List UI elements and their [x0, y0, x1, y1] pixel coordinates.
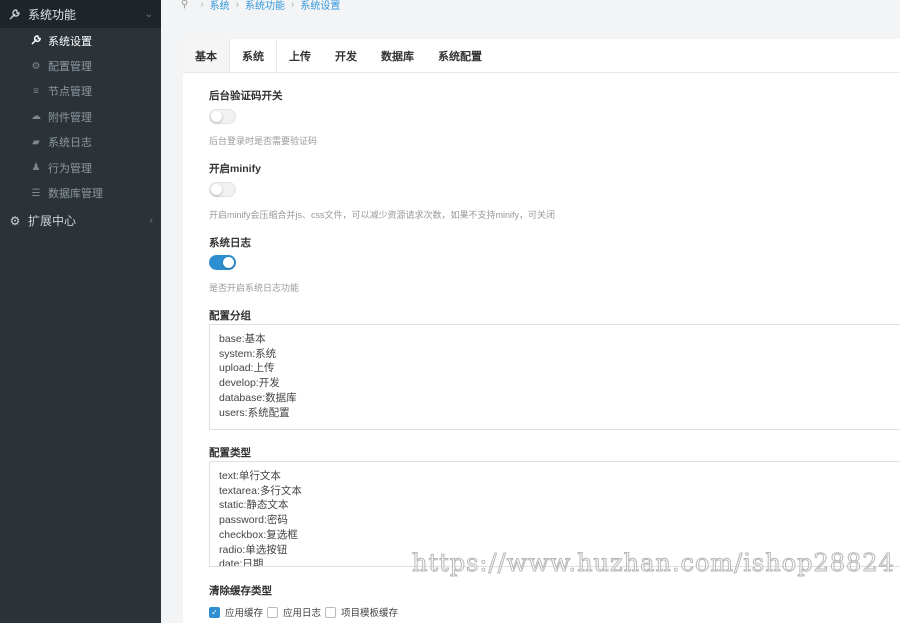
- sidebar-item-label: 节点管理: [48, 86, 92, 99]
- map-marker-icon: ⚲: [181, 0, 189, 10]
- chevron-down-icon: ⌄: [144, 8, 153, 20]
- syslog-toggle[interactable]: [209, 255, 236, 270]
- check-icon: ✓: [209, 606, 220, 618]
- checkbox-label: 应用日志: [283, 608, 322, 619]
- textarea-line: database:数据库: [219, 391, 297, 404]
- checkbox-label: 项目模板缓存: [341, 608, 399, 619]
- cogs-icon: ⚙: [9, 213, 21, 228]
- breadcrumb-link-system-functions[interactable]: 系统功能: [245, 0, 285, 12]
- sidebar-group-extensions[interactable]: ⚙ 扩展中心 ‹: [0, 205, 161, 236]
- textarea-line: base:基本: [219, 333, 266, 345]
- gears-icon: ⚙: [31, 60, 41, 72]
- checkbox-box: [325, 606, 337, 618]
- sidebar-item-action-manage[interactable]: ♟ 行为管理: [0, 155, 161, 180]
- breadcrumb-separator: ›: [200, 0, 204, 10]
- checkbox-template-cache[interactable]: 项目模板缓存: [325, 605, 398, 619]
- captcha-label: 后台验证码开关: [209, 90, 283, 102]
- watermark-text: https://www.huzhan.com/ishop28824: [412, 549, 895, 578]
- sidebar-item-system-settings[interactable]: 系统设置: [0, 28, 161, 53]
- minify-help: 开启minify会压缩合并js、css文件，可以减少资源请求次数，如果不支持mi…: [209, 210, 556, 220]
- clear-cache-options: ✓ 应用缓存 应用日志 项目模板缓存: [209, 605, 402, 619]
- textarea-line: textarea:多行文本: [219, 484, 302, 497]
- tab-develop[interactable]: 开发: [323, 39, 369, 72]
- list-icon: ≡: [33, 85, 39, 97]
- breadcrumb-separator: ›: [291, 0, 295, 10]
- cloud-upload-icon: ☁: [31, 111, 41, 123]
- syslog-label: 系统日志: [209, 237, 251, 249]
- sidebar-group-label: 扩展中心: [28, 214, 77, 229]
- wrench-icon: [8, 7, 22, 21]
- textarea-line: system:系统: [219, 347, 277, 360]
- sidebar-item-attachment-manage[interactable]: ☁ 附件管理: [0, 104, 161, 129]
- minify-label: 开启minify: [209, 163, 261, 175]
- config-group-label: 配置分组: [209, 310, 251, 322]
- user-icon: ♟: [31, 162, 41, 174]
- textarea-line: develop:开发: [219, 377, 280, 390]
- sidebar-item-database-manage[interactable]: ☰ 数据库管理: [0, 180, 161, 205]
- sidebar: 系统功能 ⌄ 系统设置 ⚙ 配置管理 ≡ 节点管理 ☁ 附件管理 ▰ 系统日志 …: [0, 0, 161, 623]
- sidebar-group-system[interactable]: 系统功能 ⌄: [0, 0, 161, 28]
- sidebar-group-label: 系统功能: [28, 7, 77, 22]
- book-icon: ▰: [32, 136, 40, 148]
- checkbox-label: 应用缓存: [225, 608, 264, 619]
- textarea-line: upload:上传: [219, 362, 275, 375]
- breadcrumb-link-system-settings[interactable]: 系统设置: [300, 0, 340, 12]
- sidebar-item-node-manage[interactable]: ≡ 节点管理: [0, 79, 161, 104]
- sidebar-item-label: 附件管理: [48, 111, 92, 124]
- textarea-line: text:单行文本: [219, 470, 281, 482]
- checkbox-box: [267, 606, 279, 618]
- syslog-help: 是否开启系统日志功能: [209, 283, 300, 293]
- clear-cache-label: 清除缓存类型: [209, 585, 272, 597]
- sidebar-item-label: 配置管理: [48, 61, 92, 74]
- settings-card: 基本 系统 上传 开发 数据库 系统配置 后台验证码开关 后台登录时是否需要验证…: [183, 39, 900, 623]
- settings-tabs: 基本 系统 上传 开发 数据库 系统配置: [183, 39, 900, 73]
- sidebar-submenu: 系统设置 ⚙ 配置管理 ≡ 节点管理 ☁ 附件管理 ▰ 系统日志 ♟ 行为管理 …: [0, 28, 161, 206]
- config-group-textarea[interactable]: base:基本 system:系统 upload:上传 develop:开发 d…: [209, 324, 900, 430]
- chevron-left-icon: ‹: [149, 215, 153, 227]
- wrench-icon: [30, 34, 42, 48]
- checkbox-app-cache[interactable]: ✓ 应用缓存: [209, 605, 263, 619]
- sidebar-item-label: 行为管理: [48, 162, 92, 175]
- textarea-line: static:静态文本: [219, 499, 289, 512]
- checkbox-app-log[interactable]: 应用日志: [267, 605, 321, 619]
- captcha-help: 后台登录时是否需要验证码: [209, 136, 318, 146]
- textarea-line: users:系统配置: [219, 406, 290, 419]
- tab-basic[interactable]: 基本: [183, 39, 229, 72]
- textarea-line: password:密码: [219, 514, 288, 527]
- breadcrumb: ⚲ › 系统 › 系统功能 › 系统设置: [161, 0, 900, 14]
- tab-upload[interactable]: 上传: [277, 39, 323, 72]
- sidebar-item-system-log[interactable]: ▰ 系统日志: [0, 130, 161, 155]
- breadcrumb-link-system[interactable]: 系统: [210, 0, 230, 12]
- sidebar-item-label: 数据库管理: [48, 188, 103, 201]
- tab-system[interactable]: 系统: [229, 39, 277, 72]
- captcha-toggle[interactable]: [209, 109, 236, 124]
- sidebar-item-label: 系统日志: [48, 137, 92, 150]
- sidebar-item-config-manage[interactable]: ⚙ 配置管理: [0, 53, 161, 78]
- tab-system-config[interactable]: 系统配置: [426, 39, 494, 72]
- sidebar-item-label: 系统设置: [48, 35, 92, 48]
- textarea-line: checkbox:复选框: [219, 528, 298, 541]
- tab-database[interactable]: 数据库: [369, 39, 426, 72]
- breadcrumb-separator: ›: [235, 0, 240, 10]
- database-icon: ☰: [31, 187, 41, 199]
- config-type-label: 配置类型: [209, 447, 251, 459]
- minify-toggle[interactable]: [209, 182, 236, 197]
